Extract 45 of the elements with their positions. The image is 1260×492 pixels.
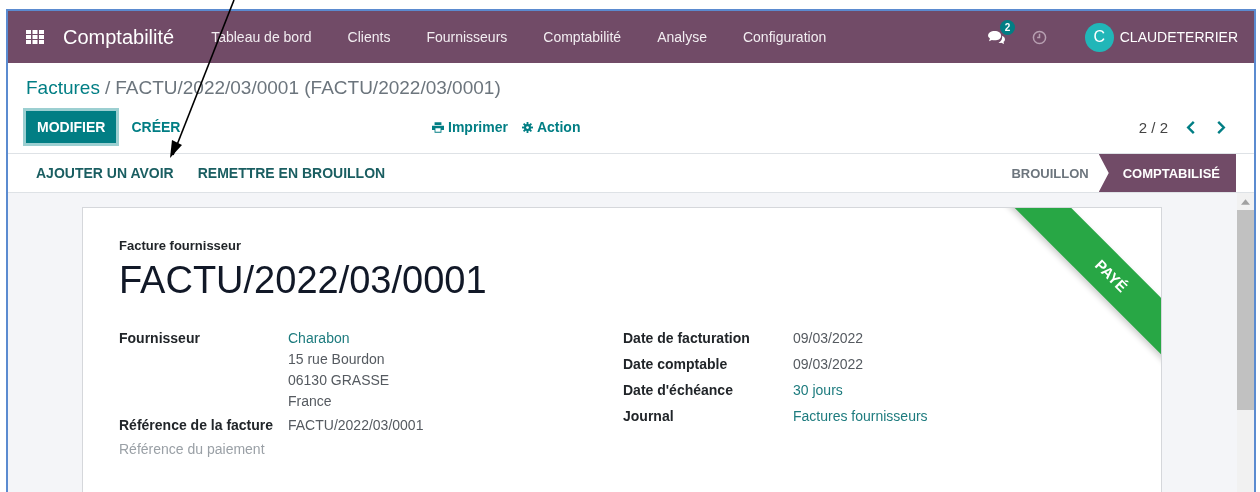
user-name[interactable]: CLAUDETERRIER xyxy=(1119,29,1238,45)
menu-item[interactable]: Analyse xyxy=(657,29,707,45)
field-link[interactable]: 30 jours xyxy=(793,382,843,398)
printer-icon xyxy=(432,121,444,133)
message-count-badge: 2 xyxy=(999,19,1016,35)
field-value: 15 rue Bourdon xyxy=(288,351,386,367)
field-label: Date d'échéance xyxy=(623,382,734,398)
action-menu[interactable]: Action xyxy=(521,119,581,135)
document-type: Facture fournisseur xyxy=(119,238,243,253)
field-label: Référence du paiement xyxy=(119,441,266,457)
app-title: Comptabilité xyxy=(63,25,175,49)
menu-item[interactable]: Clients xyxy=(347,29,391,45)
field-link[interactable]: Factures fournisseurs xyxy=(793,408,928,424)
pager-counter: 2 / 2 xyxy=(1138,118,1168,136)
chat-icon[interactable] xyxy=(986,29,1006,45)
status-action-button[interactable]: REMETTRE EN BROUILLON xyxy=(187,165,396,181)
invoice-number: FACTU/2022/03/0001 xyxy=(119,259,487,302)
edit-button[interactable]: MODIFIER xyxy=(26,111,117,143)
print-menu[interactable]: Imprimer xyxy=(432,119,508,135)
field-label: Date comptable xyxy=(623,356,729,372)
field-label: Date de facturation xyxy=(623,330,751,346)
field-label: Référence de la facture xyxy=(119,417,275,433)
field-value: 06130 GRASSE xyxy=(288,372,390,388)
scrollbar[interactable] xyxy=(1237,193,1254,492)
create-button[interactable]: CRÉER xyxy=(120,111,192,143)
field-link[interactable]: Charabon xyxy=(288,330,390,346)
breadcrumb-link[interactable]: Factures xyxy=(26,77,100,99)
gear-icon xyxy=(521,121,533,133)
field-label: Journal xyxy=(623,408,675,424)
menu-item[interactable]: Configuration xyxy=(742,29,827,45)
status-stage[interactable]: COMPTABILISÉ xyxy=(1098,154,1236,192)
field-value: FACTU/2022/03/0001 xyxy=(288,417,424,433)
previous-icon[interactable] xyxy=(1186,120,1196,134)
status-action-button[interactable]: AJOUTER UN AVOIR xyxy=(26,165,184,181)
menu-item[interactable]: Comptabilité xyxy=(543,29,622,45)
status-stage[interactable]: BROUILLON xyxy=(1001,154,1099,192)
next-icon[interactable] xyxy=(1216,120,1226,134)
app-grid-icon[interactable] xyxy=(26,30,44,44)
clock-icon[interactable] xyxy=(1031,29,1047,45)
field-value: 09/03/2022 xyxy=(793,330,864,346)
menu-item[interactable]: Fournisseurs xyxy=(426,29,508,45)
field-value: 09/03/2022 xyxy=(793,356,864,372)
field-value: France xyxy=(288,393,333,409)
breadcrumb-separator: / xyxy=(104,77,111,99)
field-label: Fournisseur xyxy=(119,330,201,348)
